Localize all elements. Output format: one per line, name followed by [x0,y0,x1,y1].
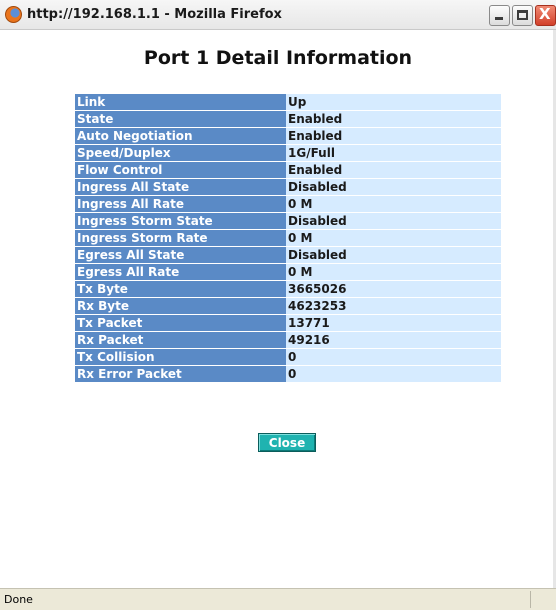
table-row: Egress All State Disabled [75,247,501,263]
table-row: Ingress Storm Rate 0 M [75,230,501,246]
table-row: Egress All Rate 0 M [75,264,501,280]
detail-label: State [75,111,286,127]
detail-value: 1G/Full [286,145,501,161]
table-row: Tx Collision 0 [75,349,501,365]
table-row: Ingress All Rate 0 M [75,196,501,212]
detail-value: 0 [286,349,501,365]
detail-label: Tx Collision [75,349,286,365]
port-detail-table: Link Up State Enabled Auto Negotiation Enable… [75,93,501,383]
detail-value: Disabled [286,213,501,229]
detail-label: Rx Byte [75,298,286,314]
detail-label: Flow Control [75,162,286,178]
table-row: Flow Control Enabled [75,162,501,178]
detail-label: Tx Byte [75,281,286,297]
status-text: Done [4,593,33,606]
table-row: Ingress Storm State Disabled [75,213,501,229]
detail-label: Ingress All Rate [75,196,286,212]
status-bar: Done [0,588,556,610]
table-row: Link Up [75,94,501,110]
detail-label: Ingress Storm State [75,213,286,229]
detail-label: Rx Packet [75,332,286,348]
detail-value: Disabled [286,247,501,263]
table-row: Speed/Duplex 1G/Full [75,145,501,161]
detail-value: 0 M [286,264,501,280]
table-row: Tx Packet 13771 [75,315,501,331]
detail-value: 0 M [286,196,501,212]
table-row: Auto Negotiation Enabled [75,128,501,144]
table-row: Rx Byte 4623253 [75,298,501,314]
detail-value: 0 [286,366,501,382]
detail-value: Enabled [286,111,501,127]
table-row: State Enabled [75,111,501,127]
detail-label: Link [75,94,286,110]
detail-value: Enabled [286,128,501,144]
window-close-button[interactable]: X [535,5,556,26]
minimize-button[interactable] [489,5,510,26]
detail-label: Auto Negotiation [75,128,286,144]
table-row: Tx Byte 3665026 [75,281,501,297]
table-row: Rx Packet 49216 [75,332,501,348]
detail-label: Tx Packet [75,315,286,331]
status-divider [530,591,531,608]
detail-value: 3665026 [286,281,501,297]
minimize-icon [495,17,503,20]
detail-label: Ingress Storm Rate [75,230,286,246]
detail-value: 13771 [286,315,501,331]
detail-value: Enabled [286,162,501,178]
browser-popup-window: http://192.168.1.1 - Mozilla Firefox X P… [0,0,556,610]
close-icon: X [539,5,551,23]
maximize-icon [517,10,528,20]
detail-label: Speed/Duplex [75,145,286,161]
title-bar[interactable]: http://192.168.1.1 - Mozilla Firefox X [0,0,556,30]
detail-label: Ingress All State [75,179,286,195]
detail-value: 4623253 [286,298,501,314]
table-row: Rx Error Packet 0 [75,366,501,382]
port-detail-rows: Link Up State Enabled Auto Negotiation Enable… [75,94,501,382]
detail-value: 0 M [286,230,501,246]
firefox-icon [5,6,22,23]
detail-label: Egress All State [75,247,286,263]
detail-label: Rx Error Packet [75,366,286,382]
detail-value: Disabled [286,179,501,195]
detail-value: 49216 [286,332,501,348]
detail-label: Egress All Rate [75,264,286,280]
table-row: Ingress All State Disabled [75,179,501,195]
maximize-button[interactable] [512,5,533,26]
window-title: http://192.168.1.1 - Mozilla Firefox [27,7,282,22]
detail-value: Up [286,94,501,110]
close-button[interactable]: Close [258,433,316,452]
page-title: Port 1 Detail Information [143,47,413,69]
